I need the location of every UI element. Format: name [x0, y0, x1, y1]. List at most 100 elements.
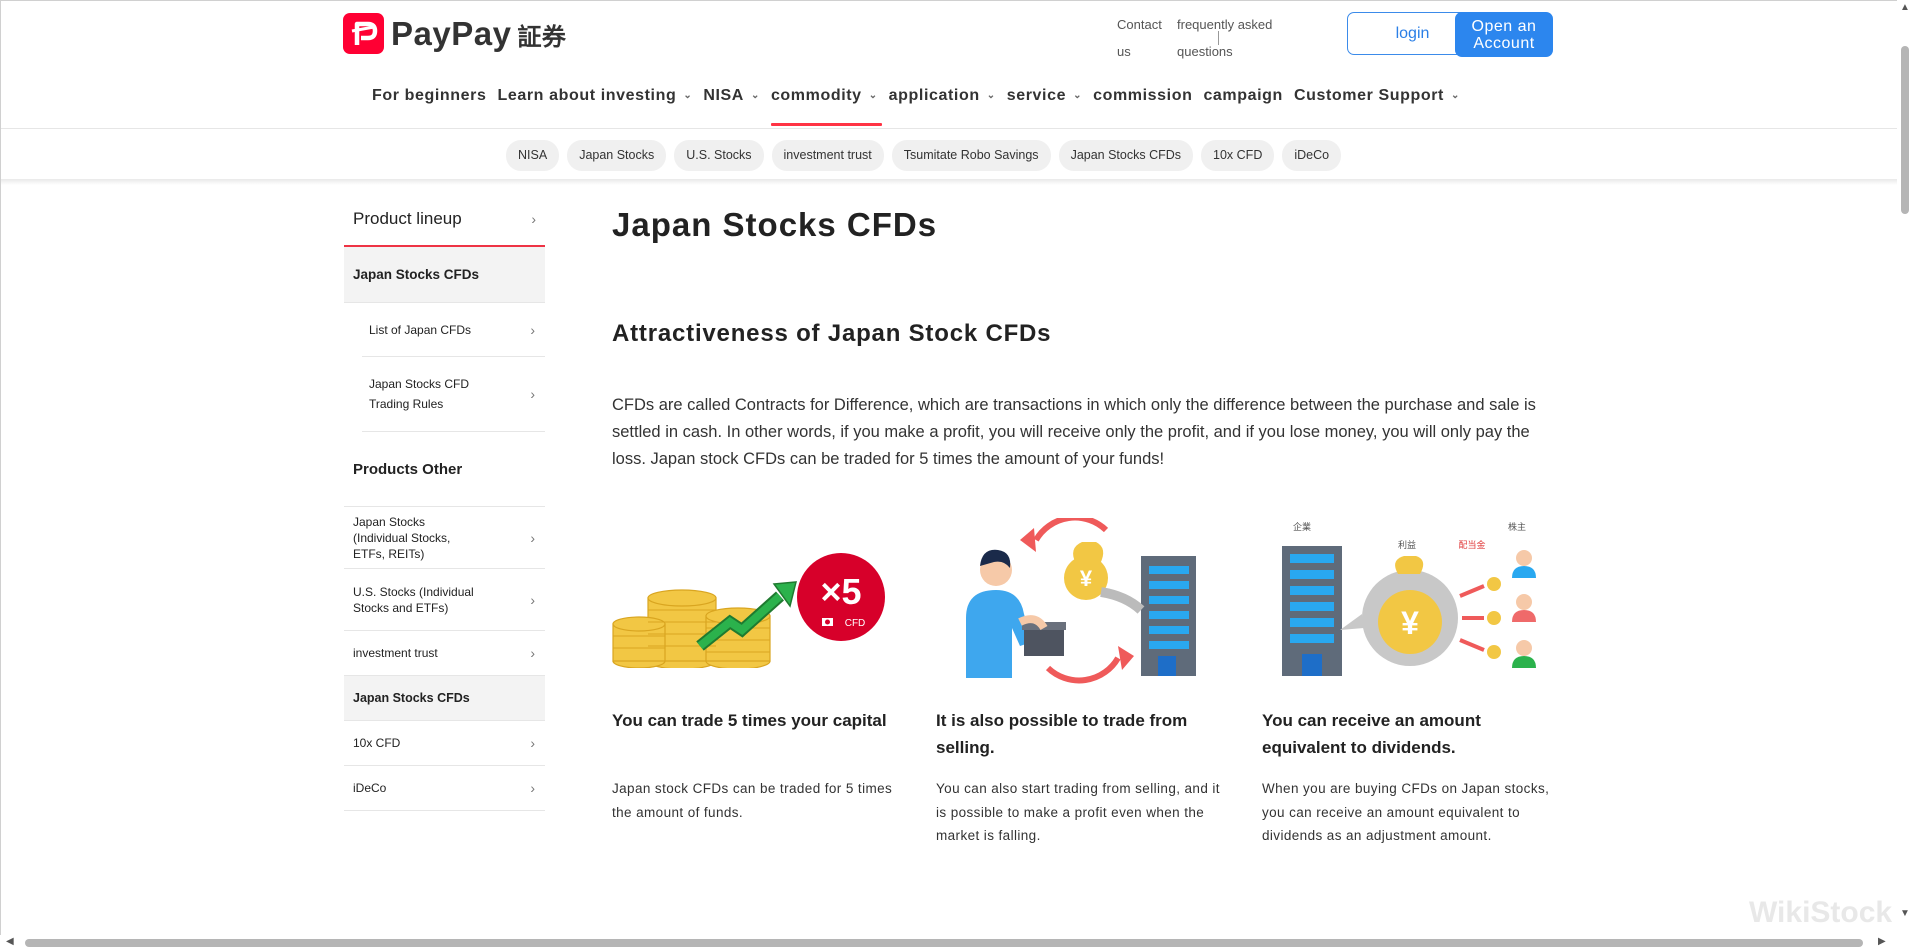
- sidebar-item-label: iDeCo: [353, 781, 387, 795]
- chip-tsumitate-robo-savings[interactable]: Tsumitate Robo Savings: [891, 140, 1051, 171]
- chevron-down-icon: ⌄: [750, 90, 760, 101]
- chip-u-s-stocks[interactable]: U.S. Stocks: [674, 140, 764, 171]
- utility-divider: [1218, 31, 1219, 45]
- nav-item-service[interactable]: service ⌄: [1007, 87, 1082, 127]
- contact-us-link[interactable]: Contact us: [1117, 11, 1169, 65]
- chevron-down-icon: ⌄: [868, 90, 878, 101]
- chevron-right-icon: ›: [530, 386, 535, 402]
- feature-description: Japan stock CFDs can be traded for 5 tim…: [612, 781, 893, 820]
- sidebar-item-investment-trust[interactable]: investment trust ›: [344, 631, 545, 676]
- chevron-right-icon: ›: [530, 591, 535, 608]
- scroll-left-icon[interactable]: ◀: [6, 936, 14, 947]
- utility-links: Contact us frequently asked questions: [1117, 11, 1287, 65]
- nav-item-label: service: [1006, 87, 1067, 104]
- sidebar-item-japan-stocks-cfds[interactable]: Japan Stocks CFDs: [344, 676, 545, 721]
- company-label: 企業: [1293, 521, 1311, 532]
- nav-item-customer-support[interactable]: Customer Support ⌄: [1294, 87, 1460, 127]
- chevron-down-icon: ⌄: [1073, 90, 1083, 101]
- chip-10x-cfd[interactable]: 10x CFD: [1201, 140, 1275, 171]
- sidebar-item-label: 10x CFD: [353, 736, 401, 750]
- browser-viewport: PayPay 証券 Contact us frequently asked que…: [0, 0, 1897, 935]
- sidebar-item-trading-rules[interactable]: Japan Stocks CFD Trading Rules ›: [362, 357, 545, 432]
- chevron-down-icon: ⌄: [683, 90, 693, 101]
- faq-link[interactable]: frequently asked questions: [1177, 11, 1287, 65]
- vertical-scroll-thumb[interactable]: [1901, 46, 1909, 214]
- nav-item-nisa[interactable]: NISA ⌄: [703, 87, 760, 127]
- sidebar-item-10x-cfd[interactable]: 10x CFD ›: [344, 721, 545, 766]
- page-title: Japan Stocks CFDs: [612, 206, 938, 243]
- active-nav-underline: [770, 123, 882, 126]
- logo-text: PayPay 証券: [391, 14, 567, 52]
- sidebar-item-label: Japan Stocks (Individual Stocks, ETFs, R…: [353, 514, 451, 561]
- sidebar-current-label: Japan Stocks CFDs: [353, 267, 480, 282]
- chip-japan-stocks[interactable]: Japan Stocks: [567, 140, 667, 171]
- yen-symbol: ¥: [1401, 605, 1419, 641]
- chevron-right-icon: ›: [530, 735, 535, 751]
- chip-ideco[interactable]: iDeCo: [1282, 140, 1342, 171]
- header-divider: [1, 128, 1897, 129]
- scroll-down-icon[interactable]: ▼: [1900, 908, 1910, 919]
- nav-item-application[interactable]: application ⌄: [889, 87, 996, 127]
- short-selling-illustration: ¥: [936, 514, 1231, 686]
- chevron-right-icon: ›: [530, 529, 535, 546]
- sidebar-item-label: U.S. Stocks (Individual Stocks and ETFs): [353, 584, 474, 615]
- feature-card-dividends: 企業 利益 配当金 株主 ¥ You can receive an amount…: [1262, 518, 1557, 843]
- nav-item-label: Customer Support: [1293, 87, 1444, 104]
- sidebar-heading-product-lineup[interactable]: Product lineup ›: [344, 192, 545, 247]
- scroll-up-icon[interactable]: ▲: [1900, 2, 1910, 13]
- nav-item-label: NISA: [703, 87, 744, 104]
- nav-item-label: Learn about investing: [497, 87, 677, 104]
- chevron-down-icon: ⌄: [986, 90, 996, 101]
- sidebar-other-items: Japan Stocks (Individual Stocks, ETFs, R…: [344, 507, 545, 811]
- x5-badge-label: ×5: [820, 571, 861, 612]
- sidebar-item-japan-stocks-individual-stocks-etfs-reits[interactable]: Japan Stocks (Individual Stocks, ETFs, R…: [344, 507, 545, 569]
- open-account-button[interactable]: Open an Account: [1455, 12, 1553, 57]
- sidebar-group-products-other: Products Other: [344, 432, 545, 507]
- sidebar-item-list-of-japan-cfds[interactable]: List of Japan CFDs ›: [362, 303, 545, 357]
- product-subnav: NISA Japan Stocks U.S. Stocks investment tr…: [506, 140, 1349, 171]
- feature-card-leverage: ×5 CFD You can trade 5 times your capita…: [612, 518, 907, 820]
- feature-description: When you are buying CFDs on Japan stocks…: [1262, 781, 1550, 843]
- sidebar-current-item[interactable]: Japan Stocks CFDs: [344, 247, 545, 303]
- sidebar-item-ideco[interactable]: iDeCo ›: [344, 766, 545, 811]
- chip-nisa[interactable]: NISA: [506, 140, 560, 171]
- profit-label: 利益: [1398, 539, 1416, 550]
- dividend-label: 配当金: [1458, 539, 1485, 550]
- nav-item-learn-about-investing[interactable]: Learn about investing ⌄: [497, 87, 692, 127]
- nav-item-label: application: [888, 87, 980, 104]
- main-navigation: For beginners Learn about investing ⌄ NISA ⌄…: [372, 87, 1471, 127]
- chevron-down-icon: ⌄: [1450, 90, 1460, 101]
- yen-symbol: ¥: [1080, 566, 1093, 591]
- scroll-right-icon[interactable]: ▶: [1878, 936, 1886, 947]
- nav-item-for-beginners[interactable]: For beginners: [372, 87, 486, 127]
- chevron-right-icon: ›: [530, 645, 535, 661]
- section-title: Attractiveness of Japan Stock CFDs: [612, 320, 1052, 347]
- nav-item-campaign[interactable]: campaign: [1203, 87, 1283, 127]
- horizontal-scroll-thumb[interactable]: [25, 939, 1863, 947]
- nav-item-commodity[interactable]: commodity ⌄: [770, 87, 882, 127]
- sidebar-item-label: investment trust: [353, 646, 438, 660]
- chevron-right-icon: ›: [531, 210, 536, 227]
- sidebar-item-u-s-stocks-individual-stocks-and-etfs[interactable]: U.S. Stocks (Individual Stocks and ETFs)…: [344, 569, 545, 631]
- nav-item-label: campaign: [1203, 87, 1283, 104]
- nav-item-label: commission: [1093, 87, 1193, 104]
- coins-leverage-illustration: ×5 CFD: [612, 518, 907, 686]
- nav-item-commission[interactable]: commission: [1093, 87, 1192, 127]
- paypay-logo[interactable]: PayPay 証券: [343, 13, 566, 54]
- sidebar: Product lineup › Japan Stocks CFDs List …: [344, 192, 545, 811]
- feature-card-short-selling: ¥ It is also possible to trade from sell…: [936, 514, 1231, 843]
- chip-investment-trust[interactable]: investment trust: [771, 140, 884, 171]
- company-dividend-icon: 企業 利益 配当金 株主 ¥: [1282, 521, 1536, 676]
- chip-japan-stocks-cfds[interactable]: Japan Stocks CFDs: [1058, 140, 1194, 171]
- feature-title: You can trade 5 times your capital: [612, 711, 887, 730]
- feature-description: You can also start trading from selling,…: [936, 781, 1220, 843]
- watermark: WikiStock: [1749, 896, 1893, 929]
- coin-stack-icon: ×5 CFD: [612, 553, 885, 670]
- vertical-scrollbar[interactable]: ▲ ▼: [1897, 0, 1913, 935]
- subnav-shadow: [1, 179, 1897, 185]
- nav-item-label: For beginners: [372, 87, 487, 104]
- horizontal-scrollbar[interactable]: ◀ ▶: [0, 935, 1913, 951]
- dividends-illustration: 企業 利益 配当金 株主 ¥: [1262, 518, 1557, 686]
- feature-title: It is also possible to trade from sellin…: [936, 711, 1188, 757]
- main-content: Japan Stocks CFDs Attractiveness of Japa…: [612, 196, 1555, 843]
